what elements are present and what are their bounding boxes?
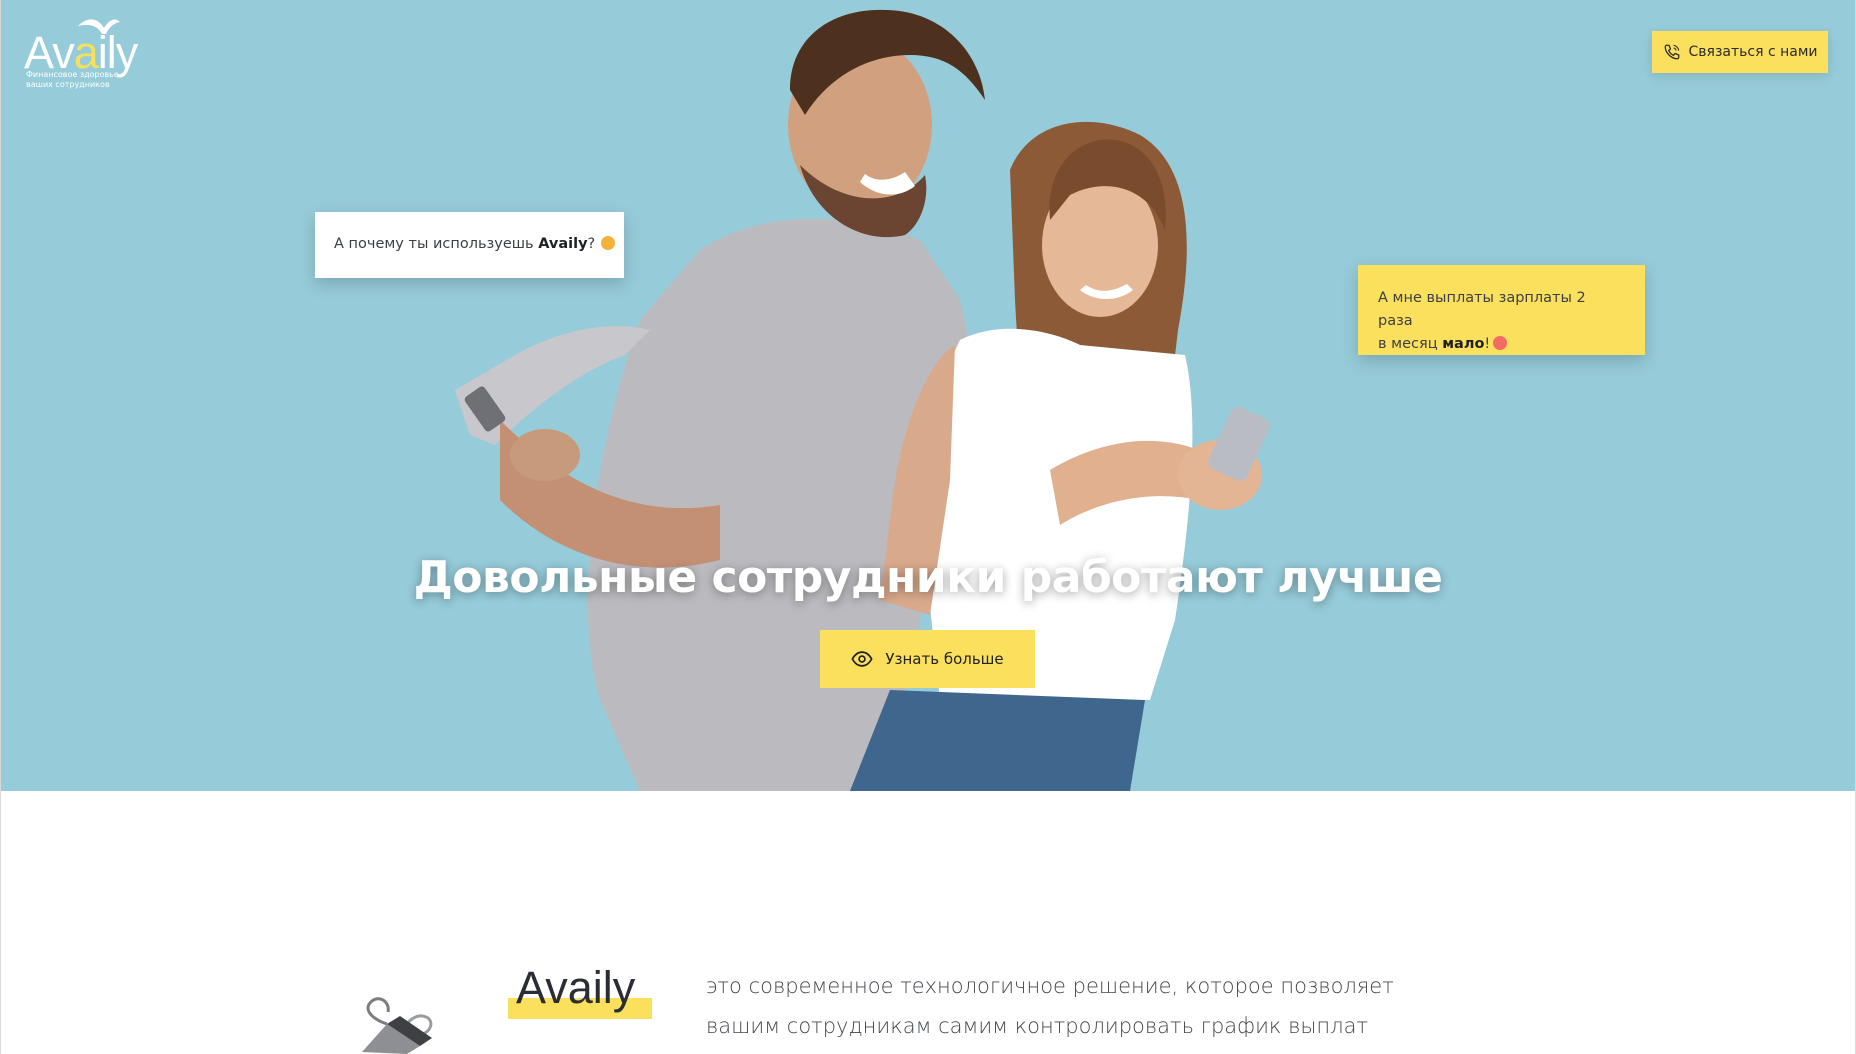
bubble-answer-line1: А мне выплаты зарплаты 2 раза (1378, 290, 1586, 329)
bubble-answer-text: в месяц (1378, 336, 1443, 352)
thinking-emoji-icon (601, 236, 616, 250)
logo-wordmark: Availy (24, 27, 138, 78)
bubble-question-mark: ? (587, 236, 596, 252)
logo-tagline-line1: Финансовое здоровье (26, 70, 119, 79)
contact-us-label: Связаться с нами (1688, 44, 1818, 60)
bubble-answer-emphasis: мало (1442, 336, 1485, 352)
learn-more-button[interactable]: Узнать больше (820, 630, 1035, 688)
landing-page: Availy Финансовое здоровье ваших сотрудн… (0, 0, 1856, 1054)
availy-logo[interactable]: Availy Финансовое здоровье ваших сотрудн… (24, 14, 148, 94)
tongue-emoji-icon (1493, 336, 1508, 350)
contact-us-button[interactable]: Связаться с нами (1652, 31, 1828, 73)
bubble-answer-exclamation: ! (1484, 336, 1491, 352)
logo-tagline: Финансовое здоровье ваших сотрудников (26, 70, 156, 90)
bubble-answer-line2: в месяц мало! (1378, 333, 1625, 356)
phone-icon (1664, 44, 1679, 60)
about-brand-title: Availy (516, 962, 636, 1013)
bubble-question-brand: Availy (538, 236, 588, 252)
learn-more-label: Узнать больше (885, 650, 1004, 668)
binder-clip-icon (362, 997, 433, 1054)
chat-bubble-answer: А мне выплаты зарплаты 2 раза в месяц ма… (1358, 265, 1645, 355)
chat-bubble-question: А почему ты используешь Availy? (315, 212, 624, 278)
about-description: это современное технологичное решение, к… (706, 966, 1426, 1046)
logo-tagline-line2: ваших сотрудников (26, 80, 110, 89)
bubble-question-text: А почему ты используешь (334, 236, 539, 252)
about-description-line2: вашим сотрудникам самим контролировать г… (706, 1014, 1368, 1038)
about-description-line1: это современное технологичное решение, к… (706, 974, 1394, 998)
hero-section: Availy Финансовое здоровье ваших сотрудн… (0, 0, 1856, 791)
eye-icon (851, 651, 873, 667)
hero-title: Довольные сотрудники работают лучше (413, 552, 1443, 603)
